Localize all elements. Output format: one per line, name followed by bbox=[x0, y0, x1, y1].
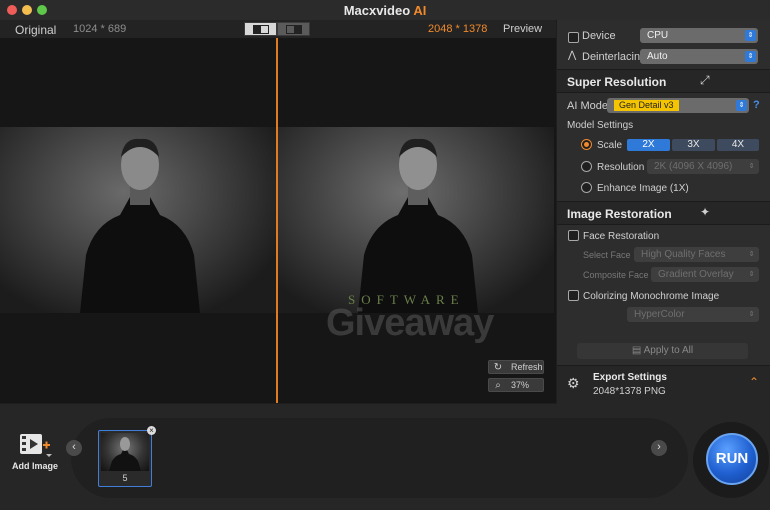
export-settings-detail: 2048*1378 PNG bbox=[593, 386, 666, 397]
ai-model-value: Gen Detail v3 bbox=[614, 100, 679, 111]
title-bar: Macxvideo AI bbox=[0, 0, 770, 21]
view-mode-toggle bbox=[244, 22, 310, 36]
chevron-updown-icon: ⇕ bbox=[748, 163, 755, 170]
bottom-bar: Add Image ‹ 5 × › RUN bbox=[0, 404, 770, 510]
colorizing-checkbox[interactable] bbox=[568, 290, 579, 301]
remove-image-icon[interactable]: × bbox=[147, 426, 156, 435]
deinterlace-icon: ⋀ bbox=[568, 50, 577, 61]
refresh-icon: ↻ bbox=[493, 361, 503, 373]
thumbnail-image bbox=[101, 433, 149, 471]
preview-label: Preview bbox=[503, 23, 543, 35]
prev-image-button[interactable]: ‹ bbox=[66, 440, 82, 456]
run-button[interactable]: RUN bbox=[706, 433, 758, 485]
help-icon[interactable]: ? bbox=[753, 99, 760, 111]
chevron-updown-icon: ⇕ bbox=[748, 251, 755, 258]
original-image bbox=[0, 127, 276, 313]
portrait-figure bbox=[358, 138, 478, 313]
colorizing-select[interactable]: HyperColor ⇕ bbox=[627, 307, 759, 322]
face-restoration-label: Face Restoration bbox=[583, 231, 660, 242]
select-face-label: Select Face bbox=[583, 250, 631, 260]
single-view-button[interactable] bbox=[244, 22, 277, 36]
composite-face-value: Gradient Overlay bbox=[658, 269, 734, 280]
viewer-header: Original 1024 * 689 2048 * 1378 Preview bbox=[0, 20, 556, 38]
chevron-updown-icon: ⇕ bbox=[748, 271, 755, 278]
super-resolution-title: Super Resolution bbox=[567, 75, 667, 89]
chevron-up-double-icon[interactable]: ⌃ bbox=[749, 375, 759, 389]
select-face-value: High Quality Faces bbox=[641, 249, 726, 260]
scale-4x-button[interactable]: 4X bbox=[717, 139, 759, 151]
face-restoration-checkbox[interactable] bbox=[568, 230, 579, 241]
image-restoration-title: Image Restoration bbox=[567, 207, 672, 221]
apply-to-all-button[interactable]: ▤ Apply to All bbox=[577, 343, 748, 359]
model-settings-label: Model Settings bbox=[567, 120, 634, 131]
output-resolution: 2048 * 1378 bbox=[428, 23, 488, 35]
super-resolution-header: Super Resolution ⤢ bbox=[557, 69, 770, 93]
refresh-label: Refresh bbox=[511, 362, 543, 372]
zoom-icon: ⌕ bbox=[495, 379, 501, 391]
expand-icon[interactable]: ⤢ bbox=[700, 73, 710, 88]
composite-face-label: Composite Face bbox=[583, 270, 649, 280]
watermark-giveaway: Giveaway bbox=[326, 302, 494, 344]
ai-model-select[interactable]: Gen Detail v3 ⇕ bbox=[607, 98, 749, 113]
image-restoration-header: Image Restoration ✦ bbox=[557, 201, 770, 225]
device-value: CPU bbox=[647, 30, 669, 41]
scale-radio[interactable] bbox=[581, 139, 592, 150]
deinterlacing-label: Deinterlacing bbox=[582, 51, 647, 63]
chevron-updown-icon: ⇕ bbox=[745, 30, 756, 41]
scale-2x-button[interactable]: 2X bbox=[627, 139, 670, 151]
export-settings-bar[interactable]: ⚙ Export Settings 2048*1378 PNG ⌃ bbox=[557, 365, 770, 404]
colorizing-label: Colorizing Monochrome Image bbox=[583, 291, 720, 302]
thumbnail-number: 5 bbox=[122, 473, 128, 483]
resolution-select[interactable]: 2K (4096 X 4096) ⇕ bbox=[647, 159, 759, 174]
image-tray bbox=[71, 418, 688, 498]
split-view-icon bbox=[285, 24, 302, 34]
export-settings-title: Export Settings bbox=[593, 372, 667, 383]
original-label: Original bbox=[15, 23, 57, 37]
title-accent: AI bbox=[413, 3, 427, 18]
add-image-label: Add Image bbox=[12, 461, 59, 471]
export-settings-icon: ⚙ bbox=[567, 375, 580, 391]
portrait-figure bbox=[80, 138, 200, 313]
split-view-button[interactable] bbox=[277, 22, 310, 36]
add-image-icon bbox=[20, 434, 52, 457]
enhance-radio[interactable] bbox=[581, 182, 592, 193]
single-view-icon bbox=[252, 24, 269, 34]
original-resolution: 1024 * 689 bbox=[73, 23, 127, 35]
apply-to-all-label: Apply to All bbox=[643, 345, 694, 356]
ai-model-label: AI Model bbox=[567, 100, 611, 112]
settings-panel: Device CPU ⇕ ⋀ Deinterlacing Auto ⇕ Super … bbox=[557, 20, 770, 404]
resolution-value: 2K (4096 X 4096) bbox=[654, 161, 733, 172]
refresh-button[interactable]: ↻ Refresh bbox=[488, 360, 544, 374]
deinterlacing-select[interactable]: Auto ⇕ bbox=[640, 49, 758, 64]
deinterlacing-value: Auto bbox=[647, 51, 668, 62]
next-image-button[interactable]: › bbox=[651, 440, 667, 456]
composite-face-select[interactable]: Gradient Overlay ⇕ bbox=[651, 267, 759, 282]
image-thumbnail[interactable]: 5 × bbox=[98, 426, 156, 487]
resolution-radio[interactable] bbox=[581, 161, 592, 172]
chevron-updown-icon: ⇕ bbox=[748, 311, 755, 318]
add-image-button[interactable]: Add Image bbox=[12, 432, 58, 482]
image-viewer: Original 1024 * 689 2048 * 1378 Preview … bbox=[0, 20, 556, 403]
device-select[interactable]: CPU ⇕ bbox=[640, 28, 758, 43]
title-main: Macxvideo bbox=[343, 3, 411, 18]
chevron-updown-icon: ⇕ bbox=[745, 51, 756, 62]
zoom-button[interactable]: ⌕ 37% bbox=[488, 378, 544, 392]
device-label: Device bbox=[582, 30, 616, 42]
apply-icon: ▤ bbox=[631, 345, 644, 356]
select-face-select[interactable]: High Quality Faces ⇕ bbox=[634, 247, 759, 262]
chevron-updown-icon: ⇕ bbox=[736, 100, 747, 111]
window-title: Macxvideo AI bbox=[0, 3, 770, 18]
scale-3x-button[interactable]: 3X bbox=[672, 139, 715, 151]
enhance-label: Enhance Image (1X) bbox=[597, 183, 689, 194]
zoom-level: 37% bbox=[511, 380, 530, 390]
compare-divider-handle[interactable] bbox=[276, 38, 278, 403]
colorizing-value: HyperColor bbox=[634, 309, 685, 320]
magic-wand-icon[interactable]: ✦ bbox=[700, 205, 710, 219]
resolution-label: Resolution bbox=[597, 162, 645, 173]
preview-image bbox=[278, 127, 554, 313]
device-checkbox[interactable] bbox=[568, 32, 579, 43]
scale-label: Scale bbox=[597, 140, 623, 151]
